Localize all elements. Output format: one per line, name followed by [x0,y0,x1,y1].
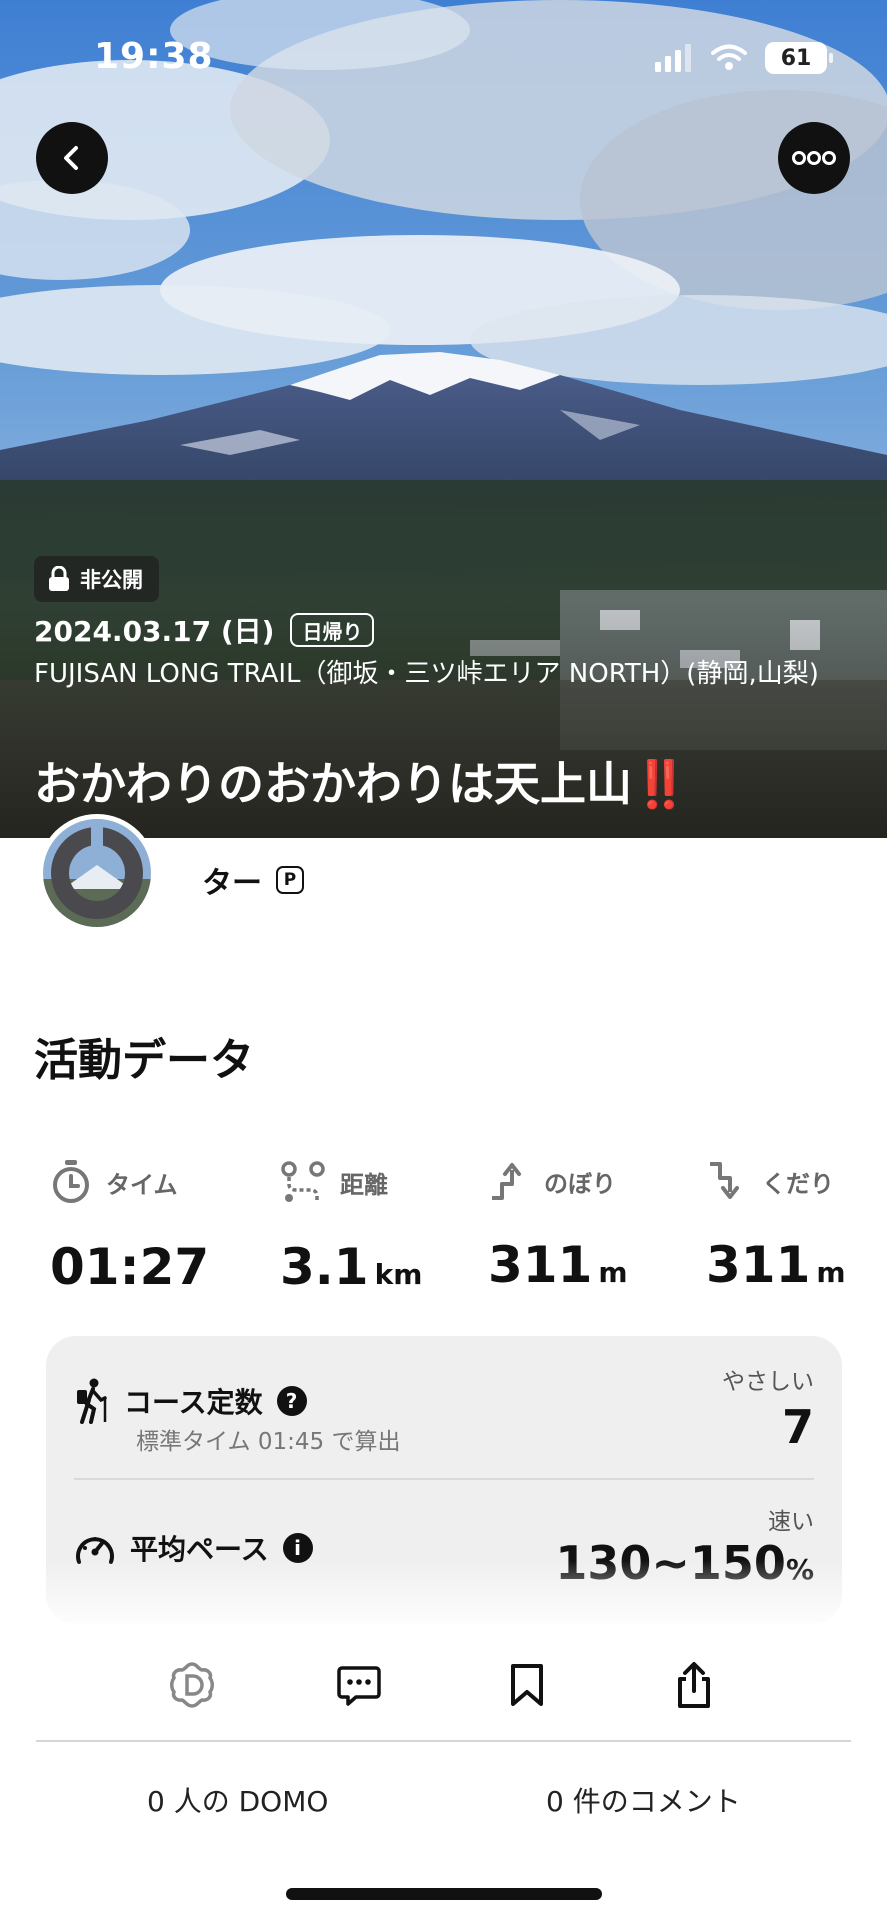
back-button[interactable] [36,122,108,194]
more-icon [792,151,836,165]
activity-title-text: おかわりのおかわりは天上山 [34,757,632,811]
home-indicator[interactable] [286,1888,602,1900]
more-button[interactable] [778,122,850,194]
chevron-left-icon [64,146,78,170]
domo-count[interactable]: 0 人の DOMO [147,1780,328,1820]
private-badge: 非公開 [34,556,159,602]
stat-time: タイム 01:27 [50,1160,209,1296]
help-icon[interactable]: ? [276,1386,307,1416]
domo-button[interactable] [163,1656,221,1714]
bookmark-icon [511,1664,543,1706]
course-constant-sub: 標準タイム 01:45 で算出 [136,1429,401,1455]
stopwatch-icon [53,1160,89,1203]
status-bar: 19:38 61 [0,0,887,120]
stat-value: 01:27 [50,1238,210,1296]
stat-label: タイム [106,1170,178,1199]
user-name: ター [202,866,262,901]
activity-title: おかわりのおかわりは天上山‼️ [34,748,689,814]
stat-descent: くだり 311 m [706,1160,846,1294]
course-constant-value: 7 [781,1400,814,1454]
mount-fuji-photo [0,0,887,838]
activity-data-title: 活動データ [34,1035,254,1086]
stat-distance: 距離 3.1 km [280,1160,422,1296]
card-divider [74,1478,814,1480]
descent-icon [710,1162,739,1199]
stat-unit: m [598,1256,628,1289]
course-constant-label-row[interactable]: コース定数 ? [74,1378,307,1424]
wifi-icon [711,44,747,70]
course-constant-label: コース定数 [124,1386,263,1419]
day-trip-badge: 日帰り [290,613,375,647]
date-row: 2024.03.17 (日) 日帰り [34,610,375,650]
battery-indicator: 61 [765,42,833,74]
course-constant-rating: やさしい [722,1369,814,1395]
stat-label: 距離 [340,1170,388,1199]
avatar[interactable] [38,814,156,932]
signal-icon [655,44,691,72]
avatar-image [43,819,151,927]
status-time: 19:38 [94,36,214,77]
hero-photo: 19:38 61 非公開 2024.03.17 (日) 日帰り FUJISAN … [0,0,887,838]
stat-label: くだり [762,1169,834,1198]
private-label: 非公開 [80,568,143,592]
share-icon [678,1662,710,1708]
domo-icon [170,1662,214,1708]
area-name[interactable]: FUJISAN LONG TRAIL（御坂・三ツ峠エリア NORTH）(静岡,山… [34,656,854,692]
premium-badge: P [276,866,304,894]
hiker-icon [77,1378,107,1424]
activity-date: 2024.03.17 (日) [34,615,275,648]
action-bar [0,1630,887,1740]
comment-count[interactable]: 0 件のコメント [546,1780,741,1820]
user-name-row[interactable]: ター P [202,858,304,902]
stat-value: 311 [488,1236,593,1294]
lock-icon [49,566,69,591]
bookmark-button[interactable] [498,1656,556,1714]
stat-unit: m [816,1256,846,1289]
stat-value: 311 [706,1236,811,1294]
share-button[interactable] [665,1656,723,1714]
status-icons: 61 [653,42,833,74]
stat-ascent: のぼり 311 m [488,1160,628,1294]
stat-label: のぼり [544,1169,616,1198]
ascent-icon [492,1163,521,1200]
content-fade [0,1560,887,1632]
comment-button[interactable] [330,1656,388,1714]
double-exclamation-emoji: ‼️ [632,757,690,811]
stat-value: 3.1 [280,1238,369,1296]
info-icon[interactable]: i [282,1533,313,1563]
bottom-divider [36,1740,851,1742]
comment-icon [337,1666,381,1706]
stat-unit: km [374,1258,423,1291]
route-icon [281,1161,325,1202]
average-pace-rating: 速い [768,1509,814,1535]
